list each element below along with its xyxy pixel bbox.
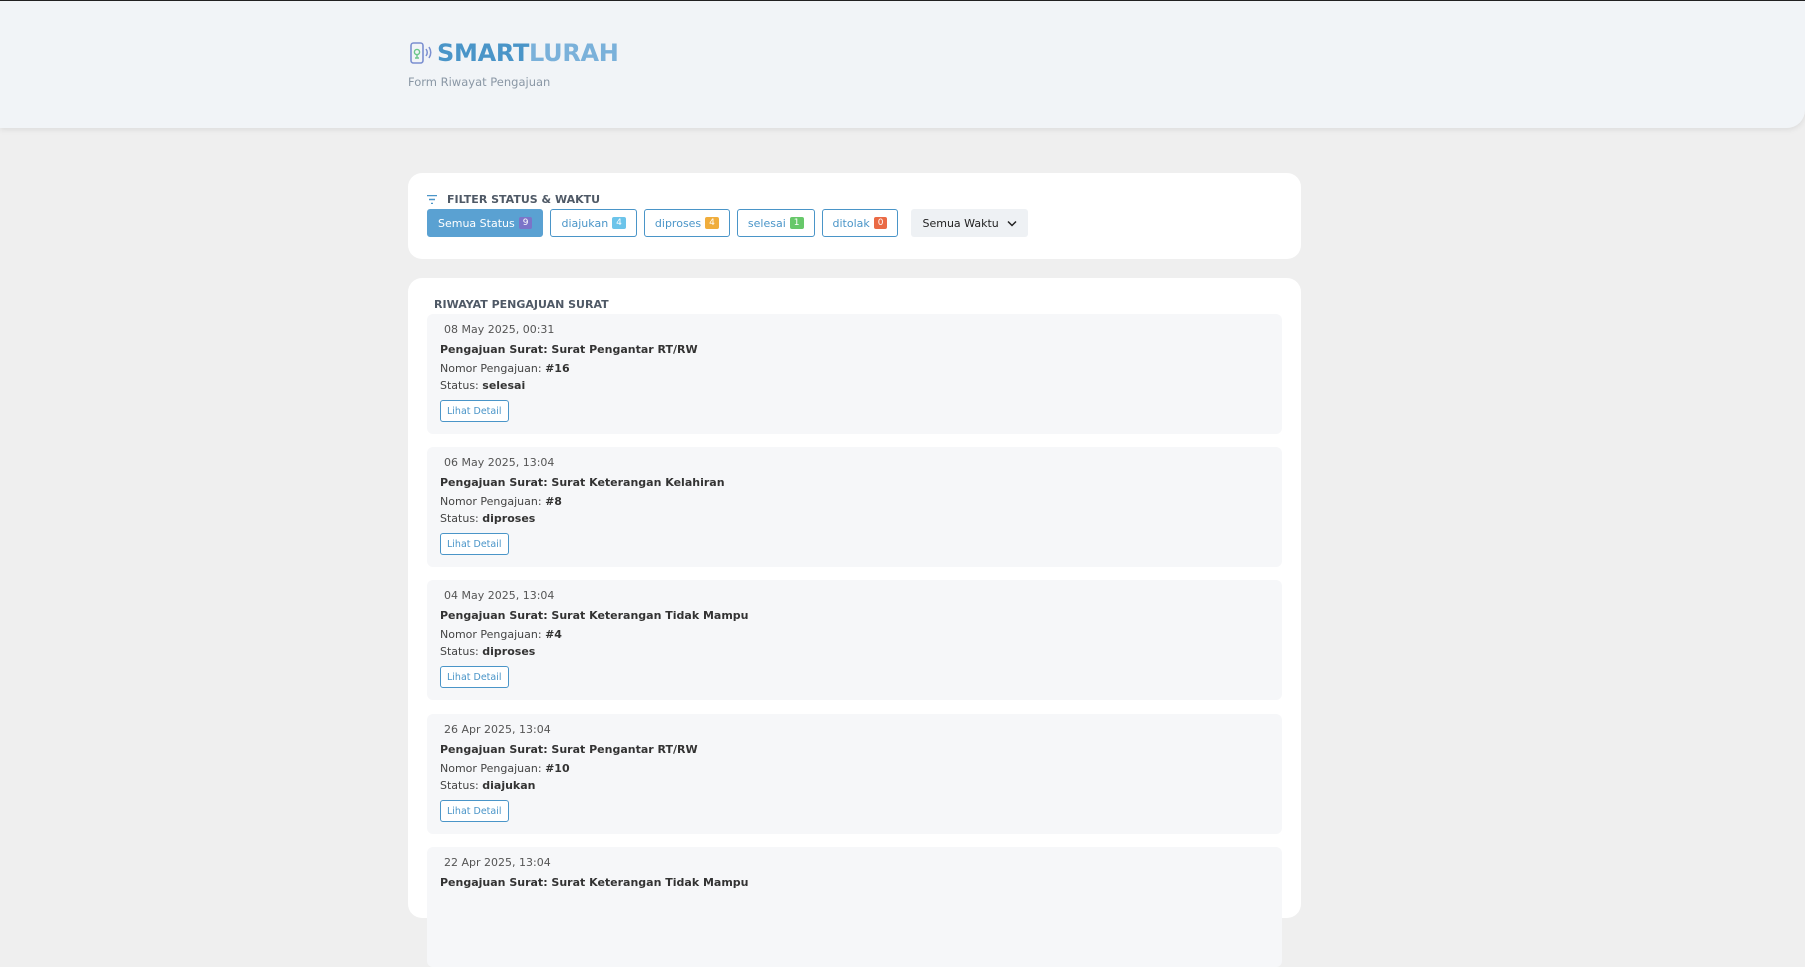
item-status: Status: diproses xyxy=(440,645,535,658)
status-filter-diajukan[interactable]: diajukan 4 xyxy=(550,209,637,237)
detail-button[interactable]: Lihat Detail xyxy=(440,533,509,555)
history-item: 08 May 2025, 00:31 Pengajuan Surat: Sura… xyxy=(427,314,1282,434)
chip-label: Semua Status xyxy=(438,216,515,230)
status-filter-selesai[interactable]: selesai 1 xyxy=(736,209,815,237)
count-badge: 4 xyxy=(612,217,626,229)
filter-icon xyxy=(427,195,437,204)
status-filter-group: Semua Status 9 diajukan 4 diproses 4 sel… xyxy=(427,209,1029,237)
chevron-down-icon xyxy=(1007,220,1018,227)
status-value: selesai xyxy=(482,379,526,392)
item-status: Status: diproses xyxy=(440,512,535,525)
time-filter-value: Semua Waktu xyxy=(922,216,999,230)
status-label: Status: xyxy=(440,779,479,792)
item-status: Status: diajukan xyxy=(440,779,536,792)
chip-label: diajukan xyxy=(561,216,609,230)
nomor-value: #10 xyxy=(545,762,570,775)
status-value: diproses xyxy=(482,645,536,658)
item-status: Status: selesai xyxy=(440,379,525,392)
nomor-label: Nomor Pengajuan: xyxy=(440,628,542,641)
page-header: SMARTLURAH Form Riwayat Pengajuan xyxy=(0,1,1805,128)
nomor-value: #8 xyxy=(545,495,562,508)
item-title: Pengajuan Surat: Surat Keterangan Tidak … xyxy=(440,609,749,622)
detail-button[interactable]: Lihat Detail xyxy=(440,400,509,422)
status-value: diproses xyxy=(482,512,536,525)
brand[interactable]: SMARTLURAH xyxy=(408,40,619,66)
status-filter-ditolak[interactable]: ditolak 0 xyxy=(821,209,899,237)
item-date: 06 May 2025, 13:04 xyxy=(444,456,555,469)
detail-button[interactable]: Lihat Detail xyxy=(440,666,509,688)
count-badge: 4 xyxy=(705,217,719,229)
chip-label: selesai xyxy=(747,216,786,230)
chip-label: diproses xyxy=(654,216,702,230)
status-filter-all[interactable]: Semua Status 9 xyxy=(427,209,544,237)
detail-button[interactable]: Lihat Detail xyxy=(440,800,509,822)
brand-name-part1: SMART xyxy=(437,39,530,67)
chip-label: ditolak xyxy=(832,216,870,230)
nomor-value: #4 xyxy=(545,628,562,641)
item-title: Pengajuan Surat: Surat Keterangan Tidak … xyxy=(440,876,749,889)
filter-card: FILTER STATUS & WAKTU Semua Status 9 dia… xyxy=(408,173,1301,259)
brand-name-part2: LURAH xyxy=(529,39,619,67)
item-date: 26 Apr 2025, 13:04 xyxy=(444,723,551,736)
time-filter-select[interactable]: Semua Waktu xyxy=(911,209,1029,237)
nomor-label: Nomor Pengajuan: xyxy=(440,762,542,775)
phone-signal-icon xyxy=(410,42,432,64)
brand-name: SMARTLURAH xyxy=(437,40,619,66)
status-value: diajukan xyxy=(482,779,536,792)
item-nomor: Nomor Pengajuan: #16 xyxy=(440,362,570,375)
status-label: Status: xyxy=(440,512,479,525)
item-title: Pengajuan Surat: Surat Pengantar RT/RW xyxy=(440,343,698,356)
count-badge: 9 xyxy=(518,217,533,229)
item-nomor: Nomor Pengajuan: #10 xyxy=(440,762,570,775)
history-item: 04 May 2025, 13:04 Pengajuan Surat: Sura… xyxy=(427,580,1282,700)
count-badge: 1 xyxy=(789,217,804,229)
nomor-label: Nomor Pengajuan: xyxy=(440,362,542,375)
status-filter-diproses[interactable]: diproses 4 xyxy=(643,209,730,237)
item-title: Pengajuan Surat: Surat Pengantar RT/RW xyxy=(440,743,698,756)
filter-heading: FILTER STATUS & WAKTU xyxy=(427,193,600,206)
item-date: 22 Apr 2025, 13:04 xyxy=(444,856,551,869)
nomor-value: #16 xyxy=(545,362,570,375)
history-item: 06 May 2025, 13:04 Pengajuan Surat: Sura… xyxy=(427,447,1282,567)
history-title: RIWAYAT PENGAJUAN SURAT xyxy=(434,298,609,311)
item-date: 08 May 2025, 00:31 xyxy=(444,323,555,336)
item-nomor: Nomor Pengajuan: #8 xyxy=(440,495,562,508)
count-badge: 0 xyxy=(873,217,888,229)
item-nomor: Nomor Pengajuan: #4 xyxy=(440,628,562,641)
status-label: Status: xyxy=(440,379,479,392)
nomor-label: Nomor Pengajuan: xyxy=(440,495,542,508)
status-label: Status: xyxy=(440,645,479,658)
page-subtitle: Form Riwayat Pengajuan xyxy=(408,75,551,89)
history-item: 22 Apr 2025, 13:04 Pengajuan Surat: Sura… xyxy=(427,847,1282,967)
item-title: Pengajuan Surat: Surat Keterangan Kelahi… xyxy=(440,476,725,489)
history-item: 26 Apr 2025, 13:04 Pengajuan Surat: Sura… xyxy=(427,714,1282,834)
filter-title: FILTER STATUS & WAKTU xyxy=(447,193,601,206)
history-card: RIWAYAT PENGAJUAN SURAT 08 May 2025, 00:… xyxy=(408,278,1301,967)
item-date: 04 May 2025, 13:04 xyxy=(444,589,555,602)
